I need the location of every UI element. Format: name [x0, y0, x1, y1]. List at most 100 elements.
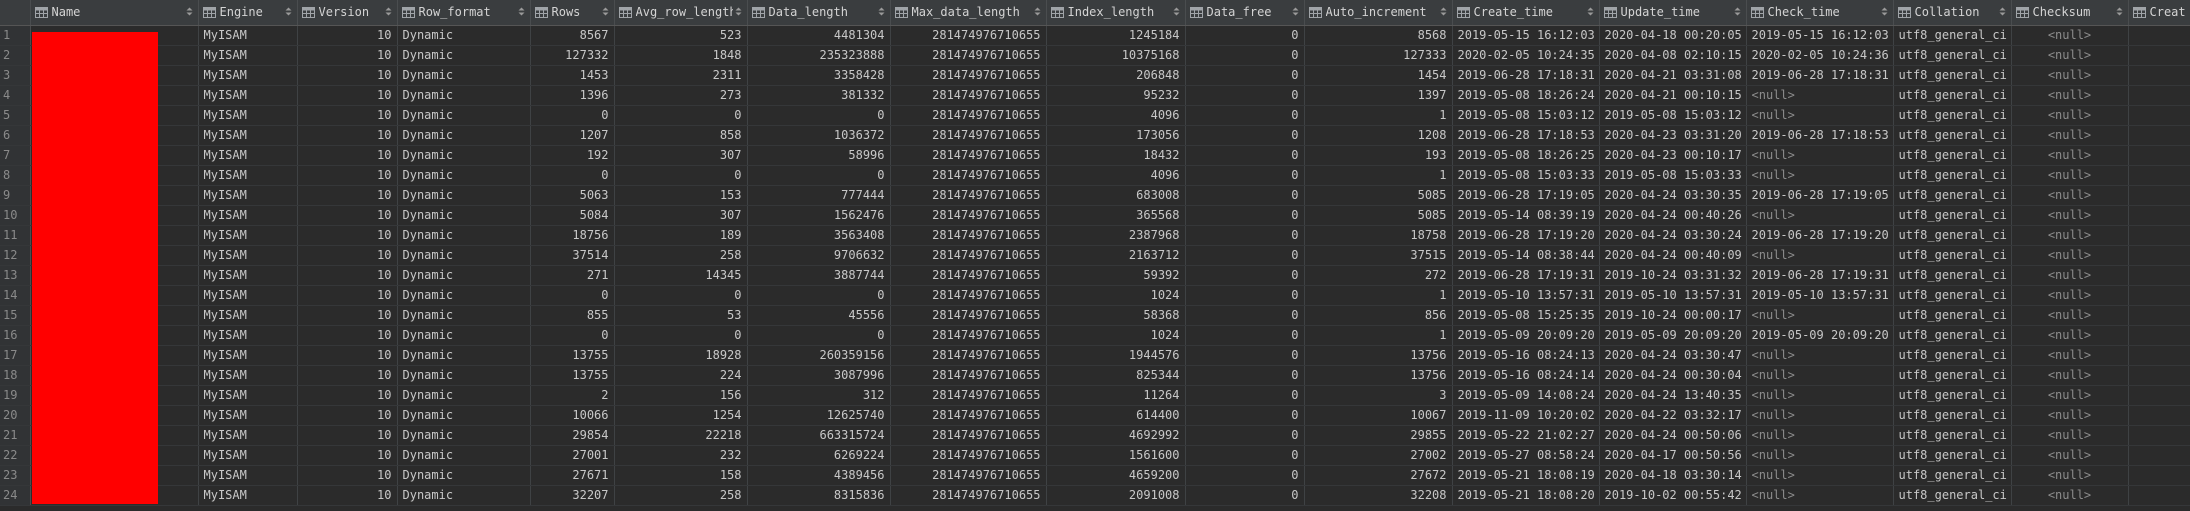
cell-avg-row-length[interactable]: 2311	[614, 65, 748, 86]
column-header-collation[interactable]: Collation	[1893, 0, 2012, 26]
cell-max-data-length[interactable]: 281474976710655	[890, 65, 1047, 86]
cell-auto-increment[interactable]: 32208	[1304, 485, 1453, 506]
cell-create-time[interactable]: 2019-05-16 08:24:13	[1452, 345, 1600, 366]
cell-rows[interactable]: 10066	[530, 405, 615, 426]
cell-data-length[interactable]: 8315836	[747, 485, 891, 506]
cell-create-time[interactable]: 2019-05-21 18:08:20	[1452, 485, 1600, 506]
cell-create-options[interactable]	[2128, 485, 2190, 506]
cell-index-length[interactable]: 4096	[1046, 165, 1186, 186]
cell-version[interactable]: 10	[297, 425, 398, 446]
cell-engine[interactable]: MyISAM	[198, 45, 298, 66]
cell-row-format[interactable]: Dynamic	[397, 45, 531, 66]
row-number[interactable]: 8	[0, 165, 31, 186]
cell-version[interactable]: 10	[297, 385, 398, 406]
sort-arrows-icon[interactable]	[1034, 7, 1042, 18]
cell-checksum[interactable]: <null>	[2011, 265, 2129, 286]
cell-create-options[interactable]	[2128, 105, 2190, 126]
cell-version[interactable]: 10	[297, 145, 398, 166]
cell-check-time[interactable]: <null>	[1746, 445, 1894, 466]
cell-row-format[interactable]: Dynamic	[397, 145, 531, 166]
cell-avg-row-length[interactable]: 273	[614, 85, 748, 106]
cell-collation[interactable]: utf8_general_ci	[1893, 205, 2012, 226]
cell-row-format[interactable]: Dynamic	[397, 25, 531, 46]
cell-create-time[interactable]: 2019-06-28 17:19:20	[1452, 225, 1600, 246]
cell-data-length[interactable]: 0	[747, 105, 891, 126]
cell-update-time[interactable]: 2019-10-02 00:55:42	[1599, 485, 1747, 506]
cell-checksum[interactable]: <null>	[2011, 325, 2129, 346]
cell-auto-increment[interactable]: 1208	[1304, 125, 1453, 146]
cell-engine[interactable]: MyISAM	[198, 465, 298, 486]
column-header-checksum[interactable]: Checksum	[2011, 0, 2129, 26]
table-row[interactable]: 16eMyISAM10Dynamic0002814749767106551024…	[0, 325, 2190, 346]
cell-row-format[interactable]: Dynamic	[397, 465, 531, 486]
row-number[interactable]: 6	[0, 125, 31, 146]
cell-max-data-length[interactable]: 281474976710655	[890, 125, 1047, 146]
cell-collation[interactable]: utf8_general_ci	[1893, 85, 2012, 106]
table-row[interactable]: 12eMyISAM10Dynamic3751425897066322814749…	[0, 245, 2190, 266]
cell-index-length[interactable]: 1024	[1046, 325, 1186, 346]
table-row[interactable]: 8eMyISAM10Dynamic00028147497671065540960…	[0, 165, 2190, 186]
sort-arrows-icon[interactable]	[1587, 7, 1595, 18]
cell-collation[interactable]: utf8_general_ci	[1893, 185, 2012, 206]
cell-check-time[interactable]: <null>	[1746, 145, 1894, 166]
cell-checksum[interactable]: <null>	[2011, 405, 2129, 426]
cell-version[interactable]: 10	[297, 485, 398, 506]
cell-checksum[interactable]: <null>	[2011, 445, 2129, 466]
cell-avg-row-length[interactable]: 1848	[614, 45, 748, 66]
cell-update-time[interactable]: 2020-04-24 03:30:47	[1599, 345, 1747, 366]
cell-row-format[interactable]: Dynamic	[397, 85, 531, 106]
cell-check-time[interactable]: <null>	[1746, 365, 1894, 386]
cell-rows[interactable]: 855	[530, 305, 615, 326]
cell-auto-increment[interactable]: 127333	[1304, 45, 1453, 66]
cell-rows[interactable]: 2	[530, 385, 615, 406]
column-header-data_length[interactable]: Data_length	[747, 0, 891, 26]
column-header-avg_row_length[interactable]: Avg_row_length	[614, 0, 748, 26]
cell-collation[interactable]: utf8_general_ci	[1893, 125, 2012, 146]
cell-engine[interactable]: MyISAM	[198, 265, 298, 286]
cell-avg-row-length[interactable]: 232	[614, 445, 748, 466]
cell-rows[interactable]: 18756	[530, 225, 615, 246]
table-row[interactable]: 3eMyISAM10Dynamic14532311335842828147497…	[0, 65, 2190, 86]
row-number[interactable]: 20	[0, 405, 31, 426]
cell-index-length[interactable]: 4096	[1046, 105, 1186, 126]
sort-arrows-icon[interactable]	[602, 7, 610, 18]
cell-checksum[interactable]: <null>	[2011, 165, 2129, 186]
cell-create-time[interactable]: 2019-05-08 18:26:24	[1452, 85, 1600, 106]
cell-index-length[interactable]: 11264	[1046, 385, 1186, 406]
cell-index-length[interactable]: 18432	[1046, 145, 1186, 166]
cell-max-data-length[interactable]: 281474976710655	[890, 285, 1047, 306]
sort-arrows-icon[interactable]	[735, 7, 743, 18]
sort-arrows-icon[interactable]	[1292, 7, 1300, 18]
cell-version[interactable]: 10	[297, 365, 398, 386]
cell-data-length[interactable]: 235323888	[747, 45, 891, 66]
cell-update-time[interactable]: 2020-04-24 00:40:26	[1599, 205, 1747, 226]
row-number[interactable]: 13	[0, 265, 31, 286]
row-number[interactable]: 3	[0, 65, 31, 86]
cell-engine[interactable]: MyISAM	[198, 305, 298, 326]
cell-rows[interactable]: 27001	[530, 445, 615, 466]
row-number[interactable]: 1	[0, 25, 31, 46]
cell-create-options[interactable]	[2128, 245, 2190, 266]
cell-collation[interactable]: utf8_general_ci	[1893, 325, 2012, 346]
cell-auto-increment[interactable]: 856	[1304, 305, 1453, 326]
row-number[interactable]: 2	[0, 45, 31, 66]
cell-create-time[interactable]: 2019-05-16 08:24:14	[1452, 365, 1600, 386]
cell-data-free[interactable]: 0	[1185, 405, 1305, 426]
cell-data-length[interactable]: 9706632	[747, 245, 891, 266]
table-row[interactable]: 1eMyISAM10Dynamic85675234481304281474976…	[0, 25, 2190, 46]
cell-version[interactable]: 10	[297, 405, 398, 426]
cell-auto-increment[interactable]: 8568	[1304, 25, 1453, 46]
cell-version[interactable]: 10	[297, 225, 398, 246]
cell-check-time[interactable]: 2019-06-28 17:19:20	[1746, 225, 1894, 246]
cell-version[interactable]: 10	[297, 45, 398, 66]
cell-index-length[interactable]: 2091008	[1046, 485, 1186, 506]
cell-update-time[interactable]: 2019-10-24 00:00:17	[1599, 305, 1747, 326]
row-number[interactable]: 16	[0, 325, 31, 346]
cell-update-time[interactable]: 2019-05-10 13:57:31	[1599, 285, 1747, 306]
cell-engine[interactable]: MyISAM	[198, 145, 298, 166]
row-number[interactable]: 18	[0, 365, 31, 386]
cell-create-time[interactable]: 2019-05-21 18:08:19	[1452, 465, 1600, 486]
cell-create-time[interactable]: 2019-06-28 17:19:05	[1452, 185, 1600, 206]
cell-check-time[interactable]: <null>	[1746, 385, 1894, 406]
cell-collation[interactable]: utf8_general_ci	[1893, 365, 2012, 386]
